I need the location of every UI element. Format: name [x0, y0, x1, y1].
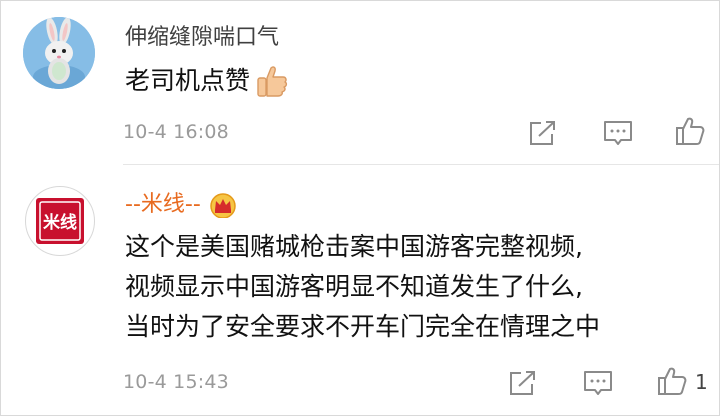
avatar[interactable]: [23, 17, 95, 89]
avatar[interactable]: 米线: [25, 186, 95, 256]
comment-icon[interactable]: [601, 117, 635, 149]
like-count: 1: [695, 370, 708, 394]
comment-line: 当时为了安全要求不开车门完全在情理之中: [125, 312, 601, 341]
like-icon[interactable]: [655, 365, 689, 397]
username[interactable]: 伸缩缝隙喘口气: [125, 23, 279, 53]
share-icon[interactable]: [506, 367, 540, 399]
share-icon[interactable]: [526, 117, 560, 149]
comment-text: 这个是美国赌城枪击案中国游客完整视频, 视频显示中国游客明显不知道发生了什么, …: [125, 227, 600, 347]
crown-badge-icon: [210, 193, 236, 218]
comment-list: 伸缩缝隙喘口气 老司机点赞 10-4 16:08 米线 --米线-- 这个是美国…: [0, 0, 720, 416]
timestamp: 10-4 15:43: [123, 371, 229, 393]
comment-text-body: 老司机点赞: [125, 66, 251, 95]
rabbit-avatar-icon: [23, 17, 95, 89]
comment-icon[interactable]: [581, 367, 615, 399]
seal-text: 米线: [43, 212, 77, 233]
timestamp: 10-4 16:08: [123, 121, 229, 143]
thumbs-up-emoji-icon: [257, 66, 288, 97]
comment-text: 老司机点赞: [125, 61, 288, 101]
seal-stamp-avatar-icon: 米线: [36, 198, 84, 244]
username[interactable]: --米线--: [125, 190, 237, 220]
comment-line: 视频显示中国游客明显不知道发生了什么,: [125, 272, 583, 301]
username-text[interactable]: --米线--: [125, 190, 201, 220]
comment-item: 伸缩缝隙喘口气 老司机点赞 10-4 16:08: [1, 1, 720, 164]
like-icon[interactable]: [673, 115, 707, 147]
comment-line: 这个是美国赌城枪击案中国游客完整视频,: [125, 232, 583, 261]
